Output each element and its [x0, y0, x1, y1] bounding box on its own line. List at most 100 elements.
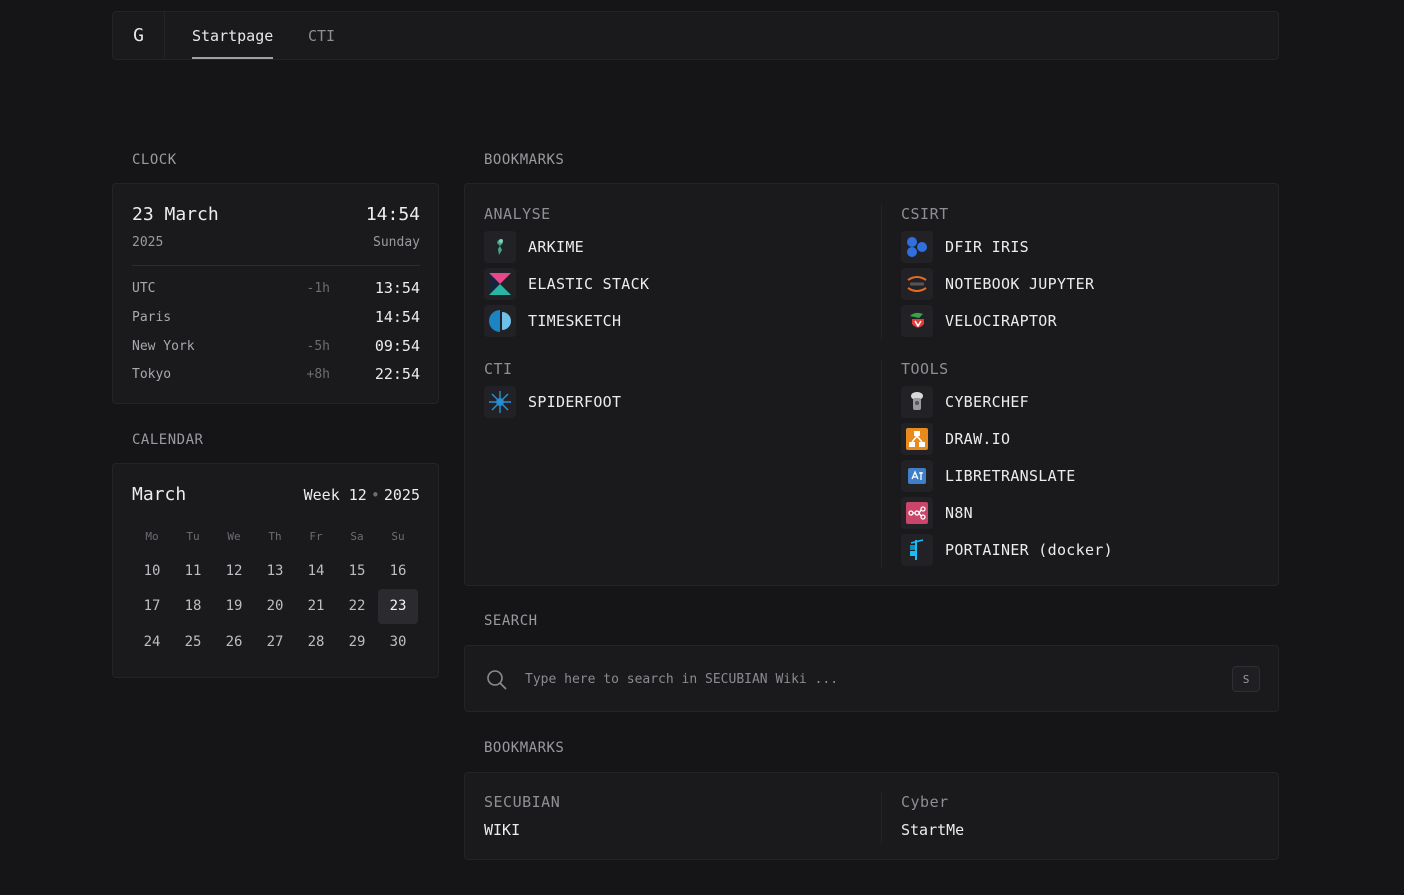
calendar-day[interactable]: 12	[214, 554, 254, 589]
bookmarks2-widget: SECUBIAN WIKI Cyber StartMe	[464, 772, 1279, 860]
calendar-day[interactable]: 24	[132, 625, 172, 660]
bookmarks2-section-title: BOOKMARKS	[484, 740, 565, 756]
calendar-day[interactable]: 15	[337, 554, 377, 589]
libretranslate-icon	[901, 460, 933, 492]
weekday-header: Su	[391, 530, 405, 543]
dfir-iris-icon	[901, 231, 933, 263]
bookmark-label: DRAW.IO	[945, 430, 1011, 448]
timezone-time: 13:54	[374, 279, 420, 297]
cyberchef-icon	[901, 386, 933, 418]
weekday-header: Mo	[145, 530, 159, 543]
divider	[881, 359, 882, 569]
calendar-day[interactable]: 27	[255, 625, 295, 660]
calendar-day[interactable]: 20	[255, 589, 295, 624]
bookmark-label: LIBRETRANSLATE	[945, 467, 1076, 485]
group-title-cti: CTI	[484, 360, 513, 378]
divider	[881, 204, 882, 339]
weekday-header: Tu	[186, 530, 200, 543]
calendar-widget: March Week 12 • 2025 Mo Tu We Th Fr Sa Su …	[112, 463, 439, 678]
calendar-day-today[interactable]: 23	[378, 589, 418, 624]
group-title-tools: TOOLS	[901, 360, 949, 378]
tab-cti[interactable]: CTI	[308, 12, 335, 59]
calendar-day[interactable]: 14	[296, 554, 336, 589]
bookmark-n8n[interactable]: N8N	[901, 497, 973, 529]
bookmark-cyberchef[interactable]: CYBERCHEF	[901, 386, 1029, 418]
velociraptor-icon	[901, 305, 933, 337]
clock-date: 23 March	[132, 204, 219, 225]
bookmark-portainer[interactable]: PORTAINER (docker)	[901, 534, 1113, 566]
weekday-header: We	[227, 530, 241, 543]
calendar-day[interactable]: 30	[378, 625, 418, 660]
bookmark-label: SPIDERFOOT	[528, 393, 622, 411]
calendar-day[interactable]: 18	[173, 589, 213, 624]
calendar-day[interactable]: 26	[214, 625, 254, 660]
calendar-day[interactable]: 19	[214, 589, 254, 624]
portainer-icon	[901, 534, 933, 566]
bookmark-libretranslate[interactable]: LIBRETRANSLATE	[901, 460, 1076, 492]
bookmark-arkime[interactable]: ARKIME	[484, 231, 584, 263]
bookmark-label: ELASTIC STACK	[528, 275, 650, 293]
bookmark-label: VELOCIRAPTOR	[945, 312, 1057, 330]
clock-time: 14:54	[365, 204, 420, 225]
group-title-cyber: Cyber	[901, 793, 949, 811]
calendar-day[interactable]: 21	[296, 589, 336, 624]
bookmark-label: N8N	[945, 504, 973, 522]
spiderfoot-icon	[484, 386, 516, 418]
bookmark-startme[interactable]: StartMe	[901, 821, 964, 839]
top-navigation: G Startpage CTI	[112, 11, 1279, 60]
calendar-day[interactable]: 22	[337, 589, 377, 624]
divider	[132, 265, 420, 266]
timezone-time: 22:54	[374, 365, 420, 383]
timezone-time: 14:54	[374, 308, 420, 326]
timezone-offset: -5h	[306, 339, 330, 354]
n8n-icon	[901, 497, 933, 529]
clock-section-title: CLOCK	[132, 152, 177, 168]
jupyter-icon	[901, 268, 933, 300]
calendar-day[interactable]: 25	[173, 625, 213, 660]
weekday-header: Th	[268, 530, 282, 543]
tab-startpage[interactable]: Startpage	[192, 12, 274, 59]
bookmark-label: TIMESKETCH	[528, 312, 622, 330]
bookmark-notebook-jupyter[interactable]: NOTEBOOK JUPYTER	[901, 268, 1094, 300]
bookmark-label: ARKIME	[528, 238, 584, 256]
bookmark-label: DFIR IRIS	[945, 238, 1029, 256]
calendar-year: 2025	[383, 486, 420, 504]
bookmark-timesketch[interactable]: TIMESKETCH	[484, 305, 621, 337]
timezone-row: UTC -1h 13:54	[132, 279, 420, 299]
calendar-day[interactable]: 29	[337, 625, 377, 660]
calendar-day[interactable]: 13	[255, 554, 295, 589]
separator-dot: •	[370, 486, 380, 504]
logo[interactable]: G	[113, 12, 165, 59]
divider	[881, 791, 882, 843]
search-input[interactable]	[525, 666, 1205, 692]
elastic-icon	[484, 268, 516, 300]
bookmark-label: CYBERCHEF	[945, 393, 1029, 411]
timezone-offset: +8h	[306, 367, 330, 382]
calendar-day[interactable]: 10	[132, 554, 172, 589]
timesketch-icon	[484, 305, 516, 337]
bookmark-spiderfoot[interactable]: SPIDERFOOT	[484, 386, 621, 418]
bookmark-drawio[interactable]: DRAW.IO	[901, 423, 1010, 455]
calendar-week-info: Week 12 • 2025	[304, 486, 420, 504]
week-number: Week 12	[303, 486, 367, 504]
timezone-row: Paris 14:54	[132, 308, 420, 328]
bookmarks-section-title: BOOKMARKS	[484, 152, 565, 168]
group-title-analyse: ANALYSE	[484, 205, 551, 223]
timezone-row: New York -5h 09:54	[132, 337, 420, 357]
timezone-name: New York	[132, 339, 195, 354]
weekday-header: Sa	[350, 530, 364, 543]
calendar-month: March	[132, 484, 187, 505]
calendar-day[interactable]: 28	[296, 625, 336, 660]
clock-year: 2025	[132, 235, 164, 250]
bookmark-dfir-iris[interactable]: DFIR IRIS	[901, 231, 1029, 263]
calendar-day[interactable]: 11	[173, 554, 213, 589]
bookmark-label: PORTAINER (docker)	[945, 541, 1113, 559]
bookmark-elastic-stack[interactable]: ELASTIC STACK	[484, 268, 649, 300]
bookmark-velociraptor[interactable]: VELOCIRAPTOR	[901, 305, 1057, 337]
calendar-day[interactable]: 17	[132, 589, 172, 624]
bookmark-wiki[interactable]: WIKI	[484, 821, 520, 839]
bookmarks-widget: ANALYSE ARKIME ELASTIC STACK TIMESKETCH …	[464, 183, 1279, 586]
search-section-title: SEARCH	[484, 613, 538, 629]
search-shortcut-key: S	[1232, 666, 1260, 692]
calendar-day[interactable]: 16	[378, 554, 418, 589]
